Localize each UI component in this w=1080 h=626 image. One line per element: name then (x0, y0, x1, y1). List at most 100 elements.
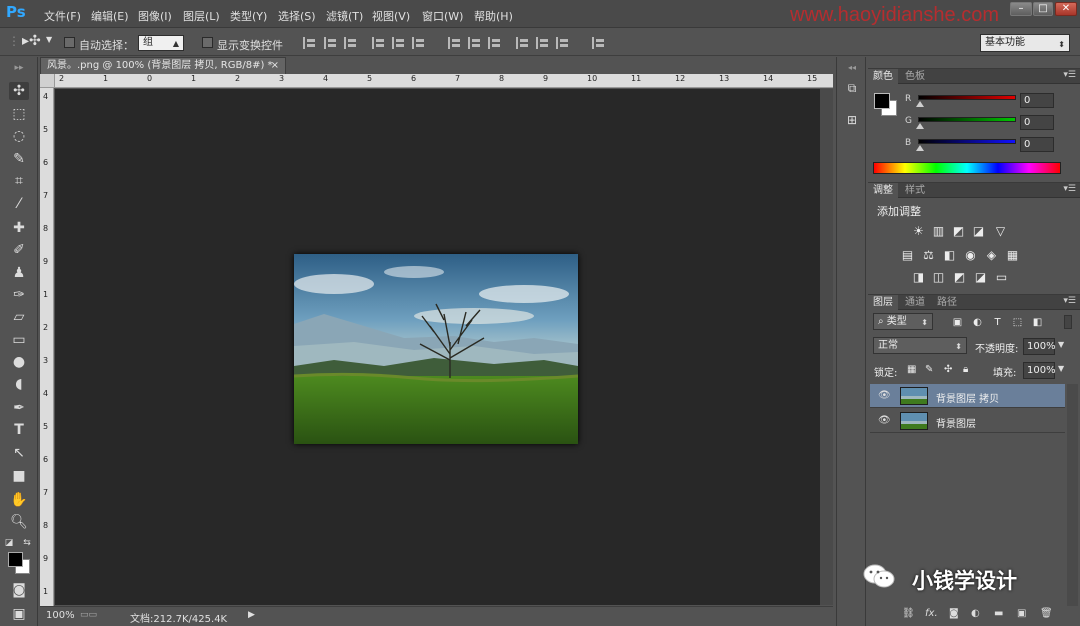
gradient-tool-icon[interactable]: ▭ (9, 331, 29, 349)
fill-arrow-icon[interactable]: ▼ (1058, 364, 1064, 373)
filter-shape-icon[interactable]: ⬚ (1010, 317, 1025, 329)
menu-view[interactable]: 视图(V) (372, 8, 410, 24)
filter-adjustment-icon[interactable]: ◐ (970, 317, 985, 329)
hand-tool-icon[interactable]: ✋ (9, 491, 29, 509)
opacity-arrow-icon[interactable]: ▼ (1058, 340, 1064, 349)
eyedropper-tool-icon[interactable]: ⁄ (9, 195, 29, 213)
distribute-vcenter-icon[interactable] (468, 37, 482, 49)
invert-icon[interactable]: ◨ (911, 271, 926, 283)
auto-select-dropdown[interactable]: 组 ▲ (138, 35, 184, 51)
channel-b-knob[interactable] (916, 145, 924, 151)
layer-style-fx-icon[interactable]: fx. (925, 608, 938, 619)
maximize-button[interactable]: □ (1033, 2, 1053, 16)
distribute-top-icon[interactable] (448, 37, 462, 49)
brush-tool-icon[interactable]: ✐ (9, 241, 29, 259)
menu-help[interactable]: 帮助(H) (474, 8, 513, 24)
blend-mode-dropdown[interactable]: 正常 ⬍ (873, 337, 967, 354)
delete-layer-icon[interactable]: 🗑︎ (1040, 608, 1053, 619)
default-colors-icon[interactable]: ◪ (4, 534, 14, 552)
curves-icon[interactable]: ◩ (951, 225, 966, 237)
path-select-tool-icon[interactable]: ↖ (9, 444, 29, 462)
channel-b-slider[interactable] (918, 139, 1016, 144)
lock-all-icon[interactable]: 🔒︎ (963, 364, 968, 375)
ruler-horizontal[interactable]: 2 1 0 1 2 3 4 5 6 7 8 9 10 11 12 13 14 15 (55, 74, 833, 88)
layer-row[interactable]: 👁︎ 背景图层 拷贝 (870, 384, 1065, 408)
crop-tool-icon[interactable]: ⌗ (9, 172, 29, 190)
canvas-area[interactable] (55, 89, 833, 605)
tab-color[interactable]: 颜色 (868, 69, 898, 84)
tab-styles[interactable]: 样式 (900, 183, 930, 198)
zoom-level[interactable]: 100% (46, 610, 75, 621)
channel-r-input[interactable]: 0 (1020, 93, 1054, 108)
history-panel-icon[interactable]: ⧉ (843, 79, 861, 97)
properties-panel-icon[interactable]: ⊞ (843, 111, 861, 129)
exposure-icon[interactable]: ◪ (971, 225, 986, 237)
dodge-tool-icon[interactable]: ◖ (9, 375, 29, 393)
channel-r-slider[interactable] (918, 95, 1016, 100)
auto-select-checkbox[interactable] (64, 37, 75, 48)
align-bottom-icon[interactable] (344, 37, 358, 49)
adjustment-layer-icon[interactable]: ◐ (971, 608, 980, 619)
channel-mixer-icon[interactable]: ◈ (984, 249, 999, 261)
new-layer-icon[interactable]: ▣ (1017, 608, 1026, 619)
link-layers-icon[interactable]: ⛓ (902, 608, 915, 619)
distribute-hcenter-icon[interactable] (536, 37, 550, 49)
channel-r-knob[interactable] (916, 101, 924, 107)
foreground-color-swatch[interactable] (874, 93, 890, 109)
lasso-tool-icon[interactable]: ◌ (9, 127, 29, 145)
foreground-color-swatch[interactable] (8, 552, 23, 567)
channel-g-knob[interactable] (916, 123, 924, 129)
tab-swatches[interactable]: 色板 (900, 69, 930, 84)
chevron-down-icon[interactable]: ▼ (46, 35, 52, 44)
workspace-dropdown[interactable]: 基本功能 ⬍ (980, 34, 1070, 52)
new-group-icon[interactable]: ▬ (994, 608, 1003, 619)
menu-edit[interactable]: 编辑(E) (91, 8, 129, 24)
screen-mode-icon[interactable]: ▣ (9, 605, 29, 623)
ruler-vertical[interactable]: 4 5 6 7 8 9 1 2 3 4 5 6 7 8 9 1 (40, 88, 54, 606)
tab-channels[interactable]: 通道 (900, 295, 930, 310)
color-balance-icon[interactable]: ⚖ (921, 249, 936, 261)
swap-colors-icon[interactable]: ⇆ (22, 534, 32, 552)
lock-position-icon[interactable]: ✣ (944, 364, 952, 375)
minimize-button[interactable]: – (1010, 2, 1032, 16)
panel-menu-icon[interactable]: ▾☰ (1063, 70, 1076, 80)
history-brush-tool-icon[interactable]: ✑ (9, 286, 29, 304)
channel-b-input[interactable]: 0 (1020, 137, 1054, 152)
brightness-contrast-icon[interactable]: ☀ (911, 225, 926, 237)
add-mask-icon[interactable]: ◙ (949, 608, 959, 619)
type-tool-icon[interactable]: T (9, 421, 29, 439)
distribute-right-icon[interactable] (556, 37, 570, 49)
align-vcenter-icon[interactable] (324, 37, 338, 49)
photo-filter-icon[interactable]: ◉ (963, 249, 978, 261)
layer-filter-dropdown[interactable]: ⌕ 类型 ⬍ (873, 313, 933, 330)
pen-tool-icon[interactable]: ✒ (9, 399, 29, 417)
gradient-map-icon[interactable]: ▭ (994, 271, 1009, 283)
quick-mask-icon[interactable]: ◙ (9, 581, 29, 599)
move-tool-icon[interactable]: ✣ (9, 82, 29, 100)
distribute-bottom-icon[interactable] (488, 37, 502, 49)
lock-pixels-icon[interactable]: ✎ (925, 364, 933, 375)
panel-menu-icon[interactable]: ▾☰ (1063, 296, 1076, 306)
filter-toggle[interactable] (1064, 315, 1072, 329)
align-hcenter-icon[interactable] (392, 37, 406, 49)
layers-scrollbar[interactable] (1067, 384, 1078, 606)
selective-color-icon[interactable]: ◪ (973, 271, 988, 283)
fill-input[interactable]: 100% (1023, 362, 1056, 379)
move-tool-preset-icon[interactable]: ▸✣ (22, 33, 41, 49)
channel-g-input[interactable]: 0 (1020, 115, 1054, 130)
tab-adjustments[interactable]: 调整 (868, 183, 898, 198)
color-lookup-icon[interactable]: ▦ (1005, 249, 1020, 261)
menu-file[interactable]: 文件(F) (44, 8, 81, 24)
rectangle-tool-icon[interactable]: ■ (9, 467, 29, 485)
visibility-eye-icon[interactable]: 👁︎ (878, 390, 891, 401)
panel-menu-icon[interactable]: ▾☰ (1063, 184, 1076, 194)
lock-transparency-icon[interactable]: ▦ (907, 364, 916, 375)
quick-select-tool-icon[interactable]: ✎ (9, 150, 29, 168)
status-menu-arrow-icon[interactable]: ▶ (248, 610, 255, 620)
visibility-eye-icon[interactable]: 👁︎ (878, 415, 891, 426)
hue-saturation-icon[interactable]: ▤ (900, 249, 915, 261)
collapse-arrows-icon[interactable]: ▸▸ (9, 59, 29, 77)
healing-brush-tool-icon[interactable]: ✚ (9, 219, 29, 237)
levels-icon[interactable]: ▥ (931, 225, 946, 237)
close-button[interactable]: ✕ (1055, 2, 1077, 16)
